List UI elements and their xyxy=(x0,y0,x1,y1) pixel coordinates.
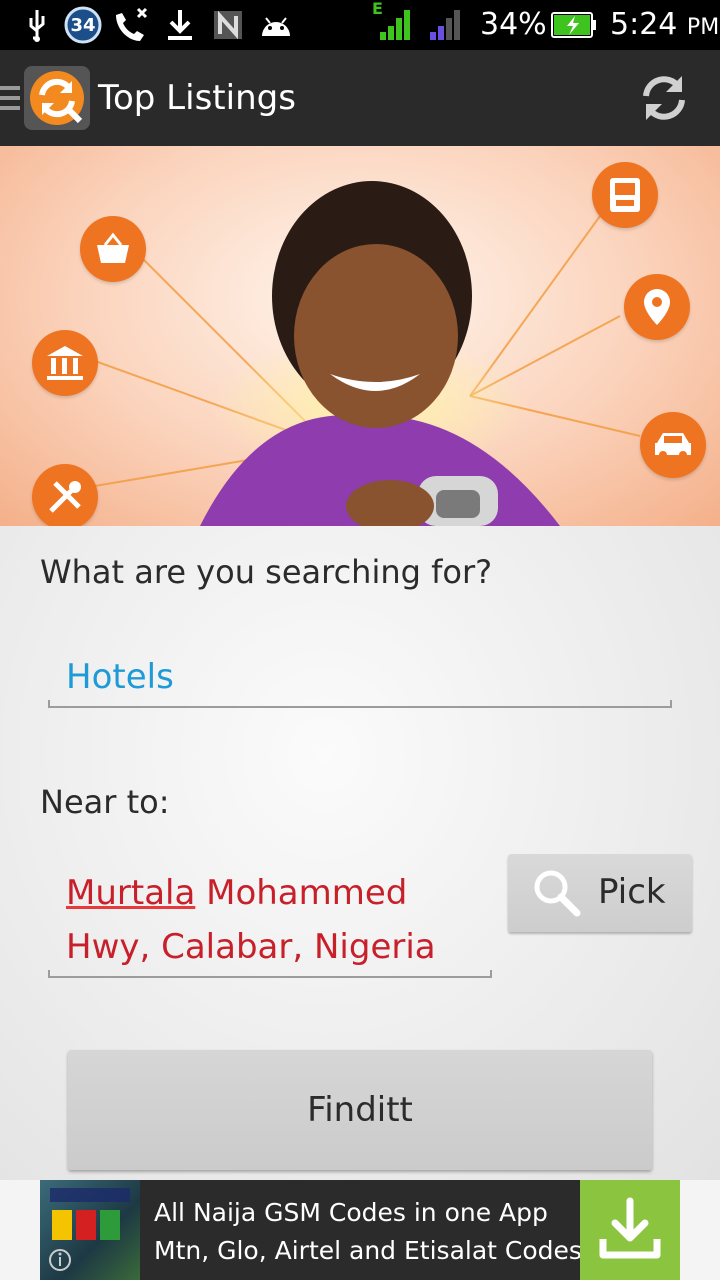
usb-icon xyxy=(22,8,52,42)
location-input[interactable]: Murtala Mohammed Hwy, Calabar, Nigeria xyxy=(66,866,486,974)
clock-time: 5:24 xyxy=(610,7,678,42)
ad-thumbnail xyxy=(40,1180,140,1280)
near-label: Near to: xyxy=(40,783,170,821)
atm-icon xyxy=(592,162,658,228)
battery-charging-icon xyxy=(550,8,598,42)
refresh-button[interactable] xyxy=(634,68,694,128)
search-label: What are you searching for? xyxy=(40,553,493,591)
app-logo-icon[interactable] xyxy=(24,66,90,130)
ad-banner[interactable]: All Naija GSM Codes in one App Mtn, Glo,… xyxy=(40,1180,680,1280)
car-icon xyxy=(640,412,706,478)
download-icon xyxy=(599,1197,661,1259)
refresh-icon xyxy=(643,76,685,120)
search-input-underline xyxy=(48,700,672,708)
status-bar: 34 E 34% 5:24 PM xyxy=(0,0,720,50)
signal-green-icon xyxy=(378,8,414,42)
bank-icon xyxy=(32,330,98,396)
location-line-2: Hwy, Calabar, Nigeria xyxy=(66,927,436,967)
tools-icon xyxy=(32,464,98,526)
finditt-button[interactable]: Finditt xyxy=(68,1050,652,1170)
notification-count-icon: 34 xyxy=(64,6,102,44)
shopping-basket-icon xyxy=(80,216,146,282)
location-pin-icon xyxy=(624,274,690,340)
location-line-1-rest: Mohammed xyxy=(195,873,408,913)
action-bar: Top Listings xyxy=(0,50,720,146)
search-form: What are you searching for? Hotels Near … xyxy=(0,526,720,1180)
pick-location-button[interactable]: Pick xyxy=(508,854,692,932)
drawer-indicator-icon[interactable] xyxy=(0,86,20,112)
signal-purple-icon xyxy=(428,8,464,42)
download-icon xyxy=(164,8,196,42)
android-icon xyxy=(258,8,294,42)
spellcheck-word: Murtala xyxy=(66,873,196,913)
ad-line-1: All Naija GSM Codes in one App xyxy=(154,1198,548,1227)
ad-line-2: Mtn, Glo, Airtel and Etisalat Codes xyxy=(154,1236,582,1265)
clock-ampm: PM xyxy=(686,15,720,40)
battery-percent: 34% xyxy=(480,7,547,42)
clock: 5:24 PM xyxy=(610,6,719,47)
hero-banner xyxy=(0,146,720,526)
page-title: Top Listings xyxy=(98,78,296,118)
search-input[interactable]: Hotels xyxy=(66,650,174,704)
missed-call-icon xyxy=(112,7,152,42)
n-app-icon xyxy=(212,8,244,42)
pick-label: Pick xyxy=(598,872,666,912)
notification-count: 34 xyxy=(70,14,96,36)
location-line-1: Murtala Mohammed xyxy=(66,866,486,920)
magnifier-icon xyxy=(532,868,582,922)
ad-download-button[interactable] xyxy=(580,1180,680,1280)
location-input-underline xyxy=(48,970,492,978)
